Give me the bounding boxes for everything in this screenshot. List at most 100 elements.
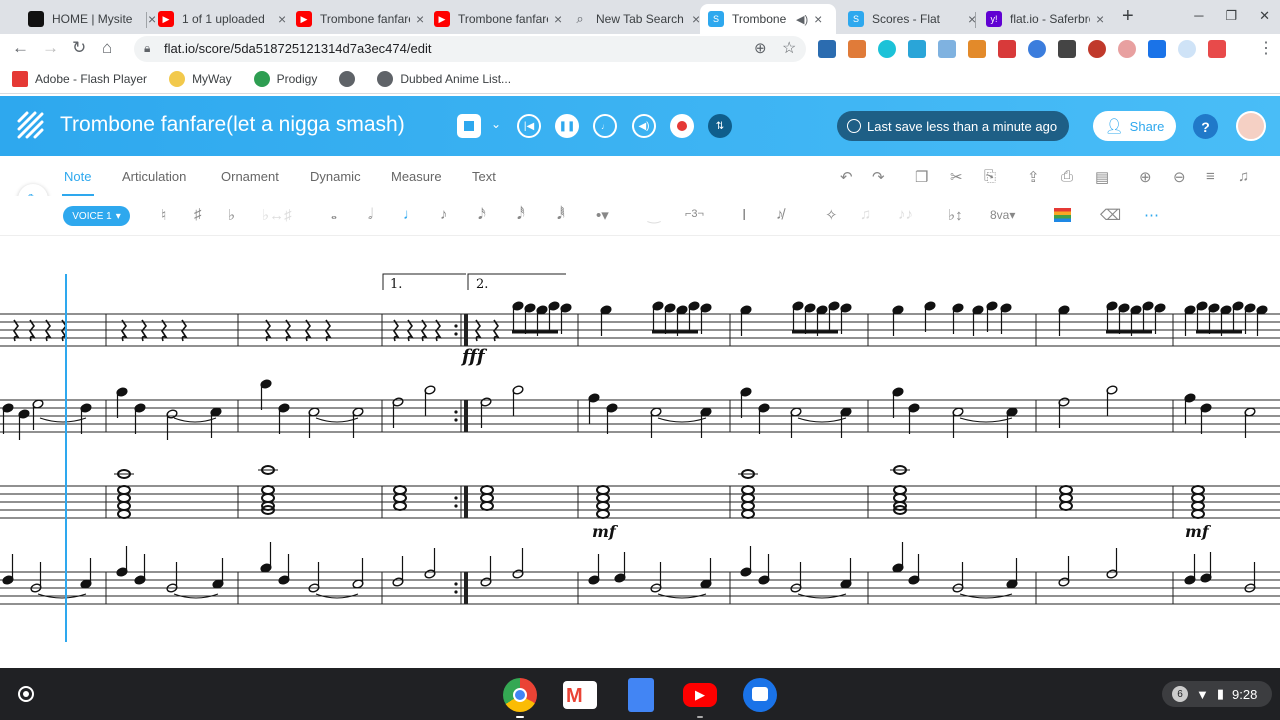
docs-icon[interactable] (628, 678, 654, 712)
save-status-badge[interactable]: Last save less than a minute ago (837, 111, 1070, 141)
zoom-in-icon[interactable]: ⊕ (1139, 168, 1152, 186)
print-icon[interactable]: ⎙ (1061, 168, 1073, 185)
extension-icon[interactable] (1148, 40, 1166, 58)
voice-selector[interactable]: VOICE 1 ▾ (63, 206, 130, 226)
chrome-icon[interactable] (503, 678, 537, 712)
back-icon[interactable]: ← (12, 38, 29, 58)
close-icon[interactable]: × (1096, 11, 1104, 27)
sixteenth-note-icon[interactable]: 𝅘𝅥𝅯 (478, 206, 486, 223)
bookmark-myway[interactable]: MyWay (169, 70, 232, 87)
undo-icon[interactable]: ↶ (840, 168, 853, 186)
chevron-down-icon[interactable]: ⌄ (491, 117, 501, 131)
notification-count[interactable]: 6 (1172, 686, 1188, 702)
address-bar[interactable]: 🔒︎ flat.io/score/5da518725121314d7a3ec47… (134, 36, 806, 62)
pause-button[interactable]: ❚❚ (555, 114, 579, 138)
tab-scores-flat[interactable]: S Scores - Flat × (840, 4, 984, 34)
zoom-out-icon[interactable]: ⊖ (1173, 168, 1186, 186)
quarter-note-icon[interactable]: ♩ (403, 206, 418, 223)
delete-icon[interactable]: ⌫ (1100, 206, 1121, 224)
speaker-icon[interactable]: ◀) (796, 13, 808, 26)
score-svg[interactable] (0, 236, 1280, 668)
cut-icon[interactable]: ✂ (950, 168, 963, 186)
extension-icon[interactable] (878, 40, 896, 58)
magic-icon[interactable]: ✧ (825, 206, 838, 224)
window-close-icon[interactable]: ✕ (1259, 8, 1270, 24)
status-tray[interactable]: 6 ▼ ▮ 9:28 (1162, 681, 1272, 707)
tab-text[interactable]: Text (472, 169, 496, 184)
extension-icon[interactable] (848, 40, 866, 58)
youtube-icon[interactable]: ▶ (683, 683, 717, 707)
more-icon[interactable]: ⋯ (1144, 206, 1159, 224)
forward-icon[interactable]: → (42, 38, 59, 58)
chrome-menu-icon[interactable]: ⋮ (1258, 38, 1274, 58)
delete-note-icon[interactable]: ♪̸ (776, 206, 784, 223)
cursor-icon[interactable]: Ⅰ (742, 206, 746, 224)
flat-accidental-icon[interactable]: ♭ (228, 206, 235, 224)
extension-icon[interactable] (1118, 40, 1136, 58)
close-icon[interactable]: × (692, 11, 700, 27)
tab-trombone-fanfare-2[interactable]: ▶ Trombone fanfare × (426, 4, 570, 34)
gmail-icon[interactable]: M (563, 681, 597, 709)
reload-icon[interactable]: ↻ (72, 38, 86, 58)
adblock-icon[interactable] (1088, 40, 1106, 58)
new-tab-button[interactable]: + (1122, 5, 1134, 28)
maximize-icon[interactable]: ❐ (1225, 8, 1237, 24)
octave-icon[interactable]: 8va▾ (990, 208, 1015, 222)
tab-articulation[interactable]: Articulation (122, 169, 186, 184)
extension-icon[interactable] (968, 40, 986, 58)
tab-dynamic[interactable]: Dynamic (310, 169, 361, 184)
copy-icon[interactable]: ❐ (915, 168, 928, 186)
extension-icon[interactable] (1178, 40, 1196, 58)
tab-youtube-upload[interactable]: ▶ 1 of 1 uploaded × (150, 4, 294, 34)
enharmonic-icon[interactable]: ♭↔♯ (262, 206, 292, 224)
mixer-button[interactable]: ⇅ (708, 114, 732, 138)
menu-icon[interactable]: ≡ (1206, 168, 1215, 185)
close-icon[interactable]: × (416, 11, 424, 27)
score-title[interactable]: Trombone fanfare(let a nigga smash) (60, 113, 405, 137)
beam-icon[interactable]: ♫ (860, 206, 871, 223)
stop-button[interactable] (457, 114, 481, 138)
zoom-icon[interactable]: ⊕ (754, 39, 767, 57)
url-text[interactable]: flat.io/score/5da518725121314d7a3ec474/e… (164, 41, 431, 56)
tab-trombone-active[interactable]: S Trombone ◀) × (700, 4, 836, 34)
extension-icon[interactable] (998, 40, 1016, 58)
bookmark-dubbed-anime[interactable]: Dubbed Anime List... (377, 70, 511, 87)
instruments-icon[interactable]: ♫ (1238, 168, 1249, 185)
natural-icon[interactable]: ♮ (161, 206, 166, 224)
minimize-icon[interactable]: ─ (1194, 8, 1203, 24)
extension-icon[interactable] (1028, 40, 1046, 58)
redo-icon[interactable]: ↷ (872, 168, 885, 186)
launcher-icon[interactable] (18, 686, 34, 702)
sharp-icon[interactable]: ♯ (194, 206, 202, 223)
lock-icon[interactable]: 🔒︎ (144, 41, 150, 56)
export-icon[interactable]: ⇪ (1027, 168, 1040, 186)
bookmark-adobe-flash[interactable]: Adobe - Flash Player (12, 70, 147, 87)
rewind-button[interactable]: |◀ (517, 114, 541, 138)
home-icon[interactable]: ⌂ (102, 38, 112, 58)
tab-new-tab-search[interactable]: ⌕ New Tab Search × (564, 4, 708, 34)
close-icon[interactable]: × (554, 11, 562, 27)
extension-icon[interactable] (908, 40, 926, 58)
whole-note-icon[interactable]: 𝅝 (331, 206, 337, 223)
layout-icon[interactable]: ▤ (1095, 168, 1109, 186)
score-canvas[interactable]: 1. 2. fff mf mf (0, 236, 1280, 668)
sixty-fourth-note-icon[interactable]: 𝅘𝅥𝅱 (557, 206, 565, 223)
bookmark-globe[interactable] (339, 70, 356, 87)
avatar[interactable] (1236, 111, 1266, 141)
tab-note[interactable]: Note (64, 169, 91, 184)
tie-icon[interactable]: ‿ (648, 206, 660, 224)
unbeam-icon[interactable]: ♪♪ (898, 206, 913, 223)
volume-button[interactable]: ◀) (632, 114, 656, 138)
record-button[interactable] (670, 114, 694, 138)
tab-saferbrowser[interactable]: y! flat.io - Saferbrowser × (978, 4, 1112, 34)
help-button[interactable]: ? (1193, 114, 1218, 139)
tab-ornament[interactable]: Ornament (221, 169, 279, 184)
extension-icon[interactable] (1208, 40, 1226, 58)
metronome-button[interactable]: ♩ (593, 114, 617, 138)
tab-home-mysite[interactable]: HOME | Mysite × (20, 4, 164, 34)
bookmark-star-icon[interactable]: ☆ (782, 38, 796, 58)
extension-icon[interactable] (818, 40, 836, 58)
tab-trombone-fanfare-1[interactable]: ▶ Trombone fanfare × (288, 4, 432, 34)
eighth-note-icon[interactable]: ♪ (440, 206, 448, 223)
close-icon[interactable]: × (814, 11, 822, 27)
